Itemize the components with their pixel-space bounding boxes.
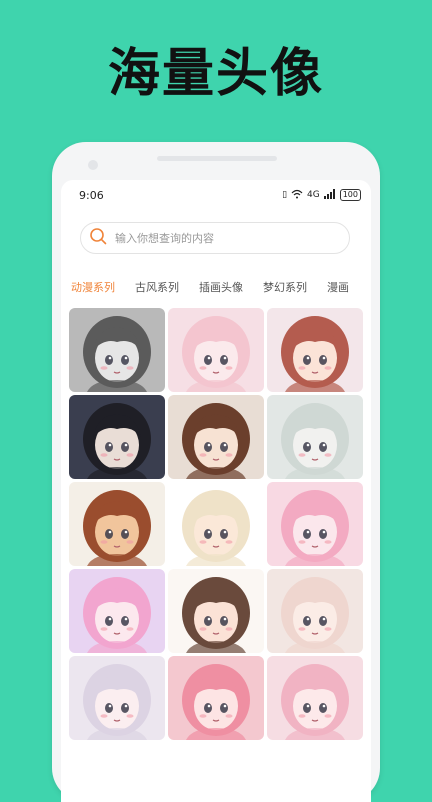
tab-anime[interactable]: 动漫系列 xyxy=(71,279,115,295)
category-tabs: 动漫系列 古风系列 插画头像 梦幻系列 漫画 xyxy=(61,276,371,298)
avatar-thumbnail[interactable] xyxy=(69,569,165,653)
avatar-image xyxy=(69,395,165,479)
bottom-fade xyxy=(61,748,371,802)
avatar-grid xyxy=(69,308,363,740)
tab-fantasy[interactable]: 梦幻系列 xyxy=(263,279,307,295)
avatar-image xyxy=(168,482,264,566)
avatar-thumbnail[interactable] xyxy=(267,395,363,479)
tab-classical[interactable]: 古风系列 xyxy=(135,279,179,295)
avatar-thumbnail[interactable] xyxy=(168,308,264,392)
tab-comic[interactable]: 漫画 xyxy=(327,279,349,295)
avatar-image xyxy=(168,656,264,740)
avatar-image xyxy=(168,395,264,479)
avatar-thumbnail[interactable] xyxy=(69,656,165,740)
signal-icon xyxy=(323,188,336,202)
avatar-thumbnail[interactable] xyxy=(267,569,363,653)
banner-title: 海量头像 xyxy=(107,43,324,104)
phone-camera xyxy=(88,160,98,170)
avatar-thumbnail[interactable] xyxy=(168,656,264,740)
phone-frame: 9:06 ▯ 4G 100 动漫系列 古风系列 插画头像 xyxy=(52,142,380,802)
avatar-thumbnail[interactable] xyxy=(267,656,363,740)
avatar-thumbnail[interactable] xyxy=(168,482,264,566)
avatar-image xyxy=(168,569,264,653)
search-input[interactable] xyxy=(113,230,337,246)
network-label: 4G xyxy=(307,190,320,200)
status-time: 9:06 xyxy=(79,188,104,202)
avatar-image xyxy=(69,569,165,653)
avatar-thumbnail[interactable] xyxy=(168,395,264,479)
status-icons: ▯ 4G 100 xyxy=(282,188,361,202)
tab-illustration[interactable]: 插画头像 xyxy=(199,279,243,295)
avatar-image xyxy=(69,656,165,740)
search-bar[interactable] xyxy=(80,222,350,254)
avatar-thumbnail[interactable] xyxy=(69,482,165,566)
avatar-thumbnail[interactable] xyxy=(168,569,264,653)
avatar-thumbnail[interactable] xyxy=(69,395,165,479)
avatar-thumbnail[interactable] xyxy=(69,308,165,392)
avatar-image xyxy=(168,308,264,392)
search-icon xyxy=(89,227,107,249)
avatar-image xyxy=(69,482,165,566)
wifi-icon xyxy=(291,189,303,202)
avatar-thumbnail[interactable] xyxy=(267,308,363,392)
avatar-image xyxy=(267,656,363,740)
status-bar: 9:06 ▯ 4G 100 xyxy=(61,180,371,210)
app-screen: 9:06 ▯ 4G 100 动漫系列 古风系列 插画头像 xyxy=(61,180,371,802)
avatar-image xyxy=(69,308,165,392)
avatar-image xyxy=(267,395,363,479)
avatar-image xyxy=(267,308,363,392)
avatar-thumbnail[interactable] xyxy=(267,482,363,566)
battery-icon: 100 xyxy=(339,189,361,201)
avatar-image xyxy=(267,569,363,653)
phone-speaker xyxy=(157,156,277,161)
avatar-image xyxy=(267,482,363,566)
vibrate-icon: ▯ xyxy=(282,190,288,200)
